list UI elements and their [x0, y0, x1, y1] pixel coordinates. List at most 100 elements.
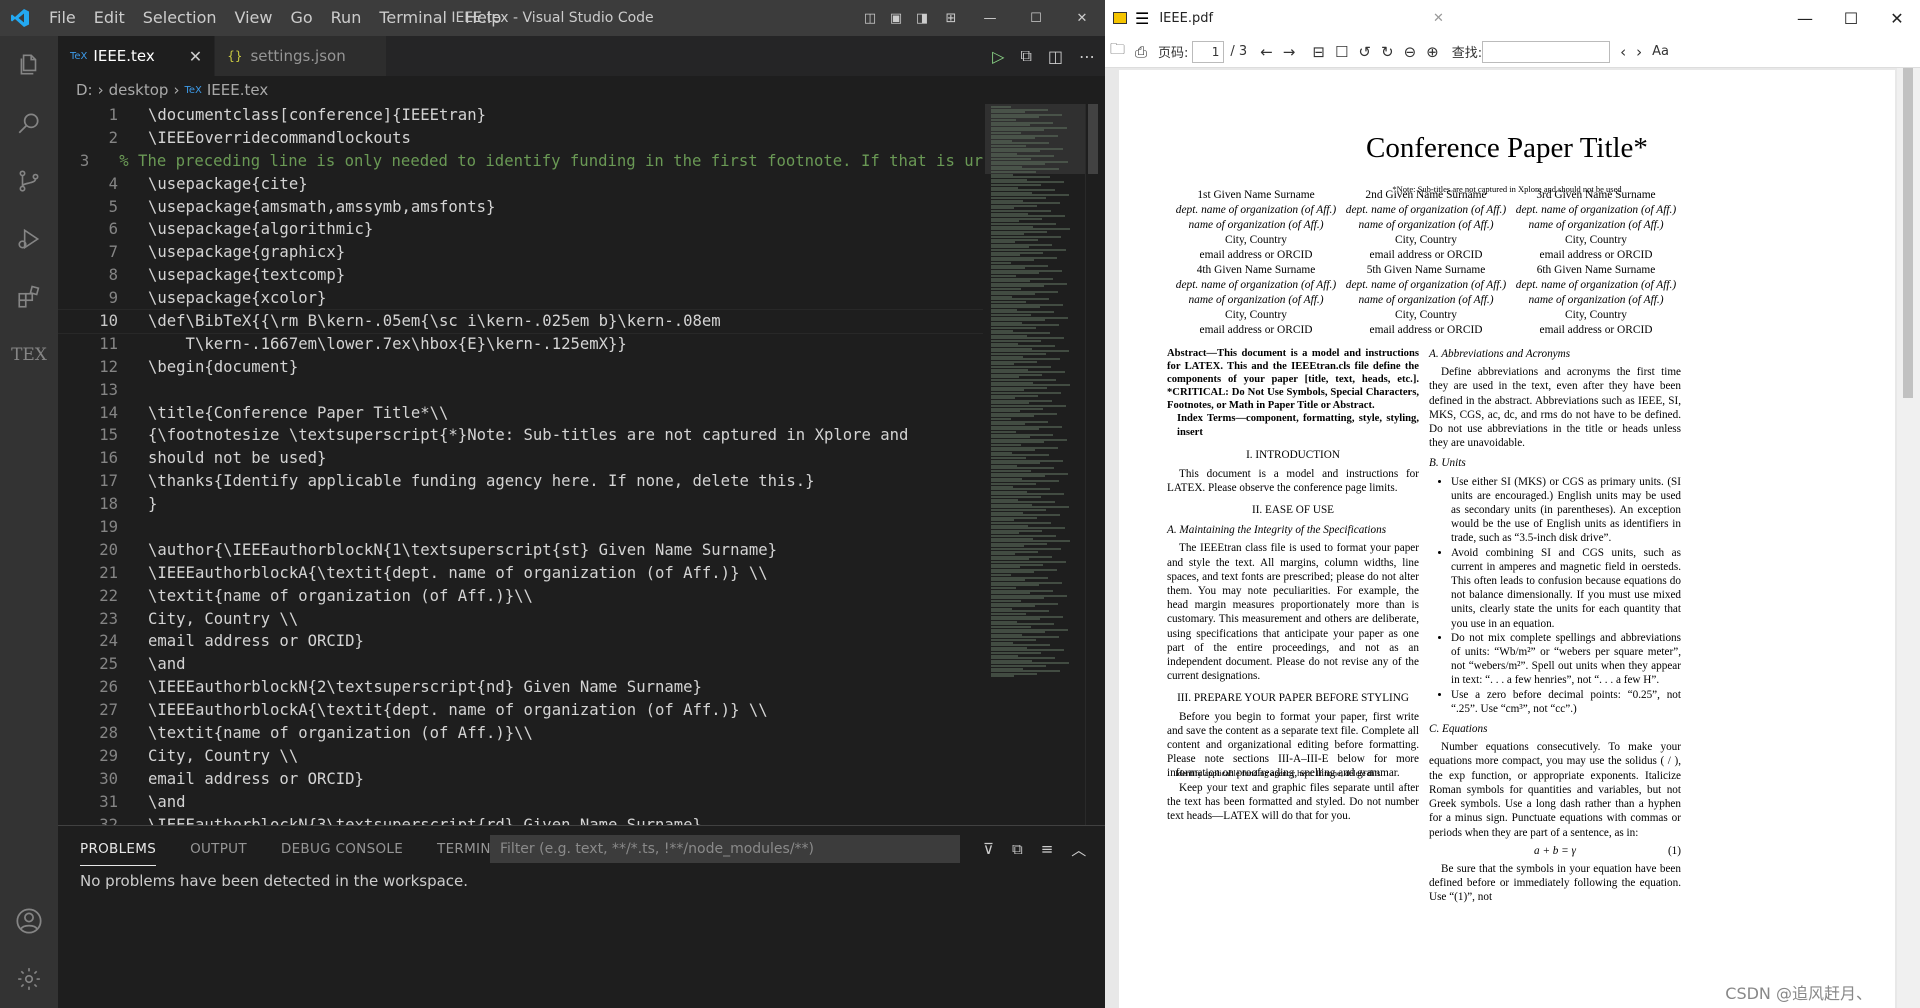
pdf-tab-title[interactable]: IEEE.pdf [1159, 11, 1213, 26]
tab-settings-json[interactable]: {} settings.json [215, 36, 387, 76]
find-prev-icon[interactable]: ‹ [1620, 43, 1626, 61]
run-icon[interactable]: ▷ [992, 47, 1004, 66]
code-line[interactable]: 3 % The preceding line is only needed to … [58, 150, 983, 173]
toggle-panel-icon[interactable]: ▣ [883, 0, 909, 36]
rotate-right-icon[interactable]: ↻ [1381, 43, 1394, 61]
code-line[interactable]: 7 \usepackage{graphicx} [58, 241, 983, 264]
maximize-panel-icon[interactable]: ︿ [1071, 839, 1086, 860]
pdf-page-view[interactable]: Conference Paper Title* *Note: Sub-title… [1105, 68, 1920, 1008]
code-line[interactable]: 8 \usepackage{textcomp} [58, 264, 983, 287]
code-line[interactable]: 23 City, Country \\ [58, 608, 983, 631]
vscode-logo-icon[interactable] [0, 0, 40, 36]
tab-problems[interactable]: PROBLEMS [80, 833, 157, 866]
source-control-icon[interactable] [0, 152, 58, 210]
code-line[interactable]: 28 \textit{name of organization (of Aff.)… [58, 722, 983, 745]
problems-filter-input[interactable]: Filter (e.g. text, **/*.ts, !**/node_mod… [490, 835, 960, 863]
code-line[interactable]: 2 \IEEEoverridecommandlockouts [58, 127, 983, 150]
extensions-icon[interactable] [0, 268, 58, 326]
settings-gear-icon[interactable] [0, 950, 58, 1008]
tex-icon[interactable]: TEX [0, 326, 58, 384]
minimap[interactable] [985, 104, 1085, 825]
code-line[interactable]: 11 T\kern-.1667em\lower.7ex\hbox{E}\kern… [58, 333, 983, 356]
run-debug-icon[interactable] [0, 210, 58, 268]
minimize-icon[interactable]: — [967, 0, 1013, 36]
close-window-icon[interactable]: ✕ [1059, 0, 1105, 36]
pdf-minimize-icon[interactable]: — [1782, 9, 1828, 28]
account-icon[interactable] [0, 892, 58, 950]
code-line[interactable]: 20 \author{\IEEEauthorblockN{1\textsupers… [58, 539, 983, 562]
scrollbar-thumb[interactable] [1088, 104, 1098, 174]
open-preview-icon[interactable]: ⧉ [1020, 46, 1031, 66]
split-editor-icon[interactable]: ◫ [1048, 47, 1063, 66]
tab-ieee-tex[interactable]: TeX IEEE.tex ✕ [58, 36, 216, 76]
menu-go[interactable]: Go [281, 0, 321, 36]
page-number-input[interactable]: 1 [1192, 40, 1225, 63]
code-line[interactable]: 25 \and [58, 653, 983, 676]
code-line[interactable]: 16 should not be used} [58, 447, 983, 470]
customize-layout-icon[interactable]: ⊞ [935, 0, 967, 36]
code-line[interactable]: 12 \begin{document} [58, 356, 983, 379]
menu-help[interactable]: Help [456, 0, 510, 36]
next-page-icon[interactable]: → [1283, 43, 1296, 61]
code-line[interactable]: 13 [58, 379, 983, 402]
tab-debug-console[interactable]: DEBUG CONSOLE [281, 833, 403, 865]
code-line[interactable]: 26 \IEEEauthorblockN{2\textsuperscript{nd… [58, 676, 983, 699]
maximize-icon[interactable]: ☐ [1013, 0, 1059, 36]
code-line[interactable]: 24 email address or ORCID} [58, 630, 983, 653]
menu-edit[interactable]: Edit [85, 0, 134, 36]
breadcrumb-folder[interactable]: desktop [109, 81, 169, 99]
find-next-icon[interactable]: › [1636, 43, 1642, 61]
pdf-scrollbar[interactable] [1897, 68, 1920, 1008]
breadcrumb-drive[interactable]: D: [76, 81, 93, 99]
explorer-icon[interactable] [0, 36, 58, 94]
toggle-sidebar-icon[interactable]: ◫ [857, 0, 883, 36]
match-case-icon[interactable]: Aa [1652, 44, 1669, 59]
code-line[interactable]: 10 \def\BibTeX{{\rm B\kern-.05em{\sc i\ke… [58, 309, 983, 334]
toggle-secondary-sidebar-icon[interactable]: ◨ [909, 0, 935, 36]
close-tab-icon[interactable]: ✕ [189, 47, 202, 66]
editor-scrollbar[interactable] [1085, 104, 1099, 825]
code-line[interactable]: 1 \documentclass[conference]{IEEEtran} [58, 104, 983, 127]
single-page-icon[interactable]: ⊟ [1312, 43, 1325, 61]
menu-file[interactable]: File [40, 0, 85, 36]
close-pdf-tab-icon[interactable]: ✕ [1433, 11, 1444, 26]
print-icon[interactable]: ⎙ [1135, 43, 1147, 61]
code-line[interactable]: 9 \usepackage{xcolor} [58, 287, 983, 310]
code-line[interactable]: 6 \usepackage{algorithmic} [58, 218, 983, 241]
prev-page-icon[interactable]: ← [1260, 43, 1273, 61]
pdf-scrollbar-thumb[interactable] [1903, 68, 1913, 398]
code-line[interactable]: 29 City, Country \\ [58, 745, 983, 768]
zoom-out-icon[interactable]: ⊖ [1404, 43, 1417, 61]
menu-icon[interactable]: ☰ [1135, 9, 1149, 28]
code-line[interactable]: 15 {\footnotesize \textsuperscript{*}Note… [58, 424, 983, 447]
search-icon[interactable] [0, 94, 58, 152]
code-line[interactable]: 32 \IEEEauthorblockN{3\textsuperscript{rd… [58, 814, 983, 825]
code-line[interactable]: 19 [58, 516, 983, 539]
code-line[interactable]: 22 \textit{name of organization (of Aff.)… [58, 585, 983, 608]
open-folder-icon[interactable]: 🗀 [1110, 39, 1125, 64]
code-line[interactable]: 30 email address or ORCID} [58, 768, 983, 791]
pdf-maximize-icon[interactable]: ☐ [1828, 9, 1874, 28]
tab-output[interactable]: OUTPUT [190, 833, 247, 865]
menu-selection[interactable]: Selection [134, 0, 226, 36]
code-line[interactable]: 14 \title{Conference Paper Title*\\ [58, 402, 983, 425]
pdf-close-icon[interactable]: ✕ [1874, 9, 1920, 28]
breadcrumb-file[interactable]: IEEE.tex [207, 81, 268, 99]
find-input[interactable] [1482, 40, 1611, 63]
code-line[interactable]: 4 \usepackage{cite} [58, 173, 983, 196]
filter-icon[interactable]: ⊽ [983, 840, 994, 858]
zoom-in-icon[interactable]: ⊕ [1426, 43, 1439, 61]
code-line[interactable]: 18} [58, 493, 983, 516]
code-line[interactable]: 31 \and [58, 791, 983, 814]
menu-view[interactable]: View [226, 0, 282, 36]
code-editor[interactable]: 1 \documentclass[conference]{IEEEtran} 2 \I… [58, 104, 983, 825]
code-line[interactable]: 21 \IEEEauthorblockA{\textit{dept. name o… [58, 562, 983, 585]
view-as-tree-icon[interactable]: ≡ [1041, 840, 1054, 858]
code-line[interactable]: 27 \IEEEauthorblockA{\textit{dept. name o… [58, 699, 983, 722]
menu-terminal[interactable]: Terminal [370, 0, 456, 36]
rotate-left-icon[interactable]: ↺ [1358, 43, 1371, 61]
menu-run[interactable]: Run [322, 0, 371, 36]
code-line[interactable]: 17 \thanks{Identify applicable funding ag… [58, 470, 983, 493]
fit-page-icon[interactable]: ☐ [1335, 43, 1348, 61]
code-line[interactable]: 5 \usepackage{amsmath,amssymb,amsfonts} [58, 196, 983, 219]
